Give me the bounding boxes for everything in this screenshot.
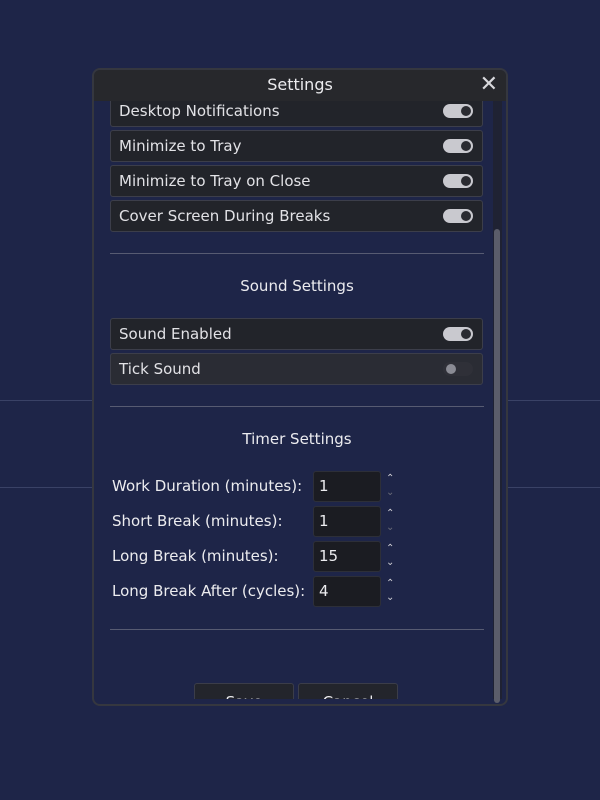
minimize-to-tray-toggle[interactable] bbox=[443, 139, 473, 153]
long-break-after-input[interactable]: 4 bbox=[313, 576, 381, 607]
background-divider-left bbox=[0, 400, 92, 401]
spin-value: 4 bbox=[319, 582, 329, 600]
toggle-row-minimize-to-tray[interactable]: Minimize to Tray bbox=[110, 130, 483, 162]
chevron-down-icon[interactable]: ⌄ bbox=[386, 488, 394, 498]
toggle-label: Cover Screen During Breaks bbox=[119, 207, 331, 225]
chevron-down-icon[interactable]: ⌄ bbox=[386, 523, 394, 533]
toggle-row-minimize-to-tray-on-close[interactable]: Minimize to Tray on Close bbox=[110, 165, 483, 197]
work-duration-input[interactable]: 1 bbox=[313, 471, 381, 502]
tick-sound-toggle[interactable] bbox=[443, 362, 473, 376]
dialog-titlebar[interactable]: Settings ✕ bbox=[94, 70, 506, 101]
long-break-input[interactable]: 15 bbox=[313, 541, 381, 572]
toggle-row-sound-enabled[interactable]: Sound Enabled bbox=[110, 318, 483, 350]
settings-dialog: Settings ✕ Desktop Notifications Minimiz… bbox=[92, 68, 508, 706]
work-duration-stepper[interactable]: ⌃ ⌄ bbox=[386, 471, 398, 502]
chevron-up-icon[interactable]: ⌃ bbox=[386, 509, 394, 519]
toggle-label: Desktop Notifications bbox=[119, 102, 280, 120]
toggle-knob bbox=[461, 211, 471, 221]
scrollbar-thumb[interactable] bbox=[494, 229, 500, 703]
desktop-notifications-toggle[interactable] bbox=[443, 104, 473, 118]
chevron-up-icon[interactable]: ⌃ bbox=[386, 544, 394, 554]
toggle-label: Sound Enabled bbox=[119, 325, 232, 343]
toggle-row-desktop-notifications[interactable]: Desktop Notifications bbox=[110, 101, 483, 127]
settings-content[interactable]: Desktop Notifications Minimize to Tray M… bbox=[100, 101, 500, 699]
cover-screen-toggle[interactable] bbox=[443, 209, 473, 223]
long-break-label: Long Break (minutes): bbox=[112, 547, 279, 565]
section-divider bbox=[110, 253, 484, 254]
short-break-input[interactable]: 1 bbox=[313, 506, 381, 537]
sound-settings-title: Sound Settings bbox=[240, 277, 354, 295]
spin-value: 1 bbox=[319, 477, 329, 495]
chevron-down-icon[interactable]: ⌄ bbox=[386, 593, 394, 603]
toggle-knob bbox=[461, 106, 471, 116]
timer-settings-title: Timer Settings bbox=[242, 430, 352, 448]
section-divider bbox=[110, 629, 484, 630]
toggle-row-cover-screen[interactable]: Cover Screen During Breaks bbox=[110, 200, 483, 232]
dialog-title: Settings bbox=[267, 75, 333, 94]
toggle-knob bbox=[461, 329, 471, 339]
cancel-button[interactable]: Cancel bbox=[298, 683, 398, 699]
short-break-label: Short Break (minutes): bbox=[112, 512, 283, 530]
sound-enabled-toggle[interactable] bbox=[443, 327, 473, 341]
short-break-stepper[interactable]: ⌃ ⌄ bbox=[386, 506, 398, 537]
long-break-after-stepper[interactable]: ⌃ ⌄ bbox=[386, 576, 398, 607]
long-break-stepper[interactable]: ⌃ ⌄ bbox=[386, 541, 398, 572]
chevron-up-icon[interactable]: ⌃ bbox=[386, 579, 394, 589]
toggle-label: Tick Sound bbox=[119, 360, 201, 378]
close-icon[interactable]: ✕ bbox=[480, 72, 498, 98]
background-divider-right-2 bbox=[508, 487, 600, 488]
toggle-knob bbox=[461, 176, 471, 186]
chevron-down-icon[interactable]: ⌄ bbox=[386, 558, 394, 568]
toggle-label: Minimize to Tray on Close bbox=[119, 172, 311, 190]
toggle-row-tick-sound[interactable]: Tick Sound bbox=[110, 353, 483, 385]
toggle-knob bbox=[461, 141, 471, 151]
background-divider-left-2 bbox=[0, 487, 92, 488]
section-divider bbox=[110, 406, 484, 407]
work-duration-label: Work Duration (minutes): bbox=[112, 477, 303, 495]
chevron-up-icon[interactable]: ⌃ bbox=[386, 474, 394, 484]
background-divider-right bbox=[508, 400, 600, 401]
toggle-label: Minimize to Tray bbox=[119, 137, 242, 155]
spin-value: 15 bbox=[319, 547, 339, 565]
minimize-to-tray-on-close-toggle[interactable] bbox=[443, 174, 473, 188]
spin-value: 1 bbox=[319, 512, 329, 530]
save-button[interactable]: Save bbox=[194, 683, 294, 699]
vertical-scrollbar[interactable] bbox=[493, 101, 502, 703]
long-break-after-label: Long Break After (cycles): bbox=[112, 582, 306, 600]
toggle-knob bbox=[446, 364, 456, 374]
